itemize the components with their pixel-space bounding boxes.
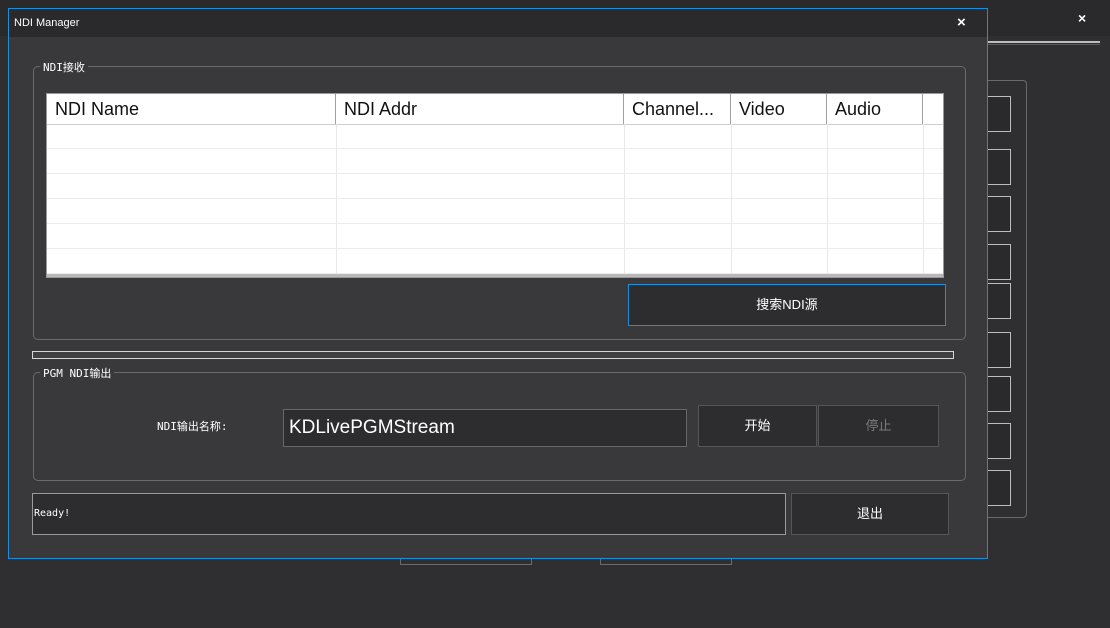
column-header-audio[interactable]: Audio <box>827 94 923 124</box>
background-button[interactable] <box>988 196 1011 232</box>
background-button[interactable] <box>988 283 1011 319</box>
table-row[interactable] <box>47 199 943 224</box>
title-bar[interactable]: NDI Manager × <box>9 9 987 37</box>
background-close-icon[interactable]: × <box>1078 10 1086 26</box>
background-button[interactable] <box>988 376 1011 412</box>
table-row[interactable] <box>47 249 943 274</box>
column-header-ndi-name[interactable]: NDI Name <box>47 94 336 124</box>
progress-bar <box>32 351 954 359</box>
exit-button[interactable]: 退出 <box>791 493 949 535</box>
background-button[interactable] <box>988 470 1011 506</box>
background-divider <box>988 41 1100 43</box>
background-button[interactable] <box>988 244 1011 280</box>
background-button[interactable] <box>988 423 1011 459</box>
pgm-ndi-output-group: PGM NDI输出 NDI输出名称: KDLivePGMStream 开始 停止 <box>33 365 966 481</box>
table-row[interactable] <box>47 224 943 249</box>
table-header: NDI Name NDI Addr Channel... Video Audio <box>47 94 943 125</box>
stop-button[interactable]: 停止 <box>818 405 939 447</box>
table-row[interactable] <box>47 124 943 149</box>
column-header-ndi-addr[interactable]: NDI Addr <box>336 94 624 124</box>
background-button[interactable] <box>988 96 1011 132</box>
background-divider-shadow <box>988 44 1100 45</box>
pgm-ndi-output-group-label: PGM NDI输出 <box>40 365 115 381</box>
ndi-receive-group-label: NDI接收 <box>40 59 88 75</box>
background-button[interactable] <box>988 149 1011 185</box>
close-icon[interactable]: × <box>957 14 966 31</box>
ndi-source-table[interactable]: NDI Name NDI Addr Channel... Video Audio <box>46 93 944 278</box>
table-row[interactable] <box>47 149 943 174</box>
ndi-output-name-label: NDI输出名称: <box>157 420 228 433</box>
background-bottom-button[interactable] <box>600 558 732 565</box>
status-bar: Ready! <box>32 493 786 535</box>
start-button[interactable]: 开始 <box>698 405 817 447</box>
window-title: NDI Manager <box>14 17 80 29</box>
table-bottom-edge <box>47 274 943 277</box>
search-ndi-source-button[interactable]: 搜索NDI源 <box>628 284 946 326</box>
ndi-output-name-input[interactable]: KDLivePGMStream <box>283 409 687 447</box>
table-row[interactable] <box>47 174 943 199</box>
background-bottom-button[interactable] <box>400 558 532 565</box>
ndi-receive-group: NDI接收 NDI Name NDI Addr Channel... Video… <box>33 59 966 340</box>
column-header-video[interactable]: Video <box>731 94 827 124</box>
column-header-channel[interactable]: Channel... <box>624 94 731 124</box>
ndi-manager-dialog: NDI Manager × NDI接收 NDI Name NDI Addr Ch… <box>8 8 988 559</box>
background-button[interactable] <box>988 332 1011 368</box>
